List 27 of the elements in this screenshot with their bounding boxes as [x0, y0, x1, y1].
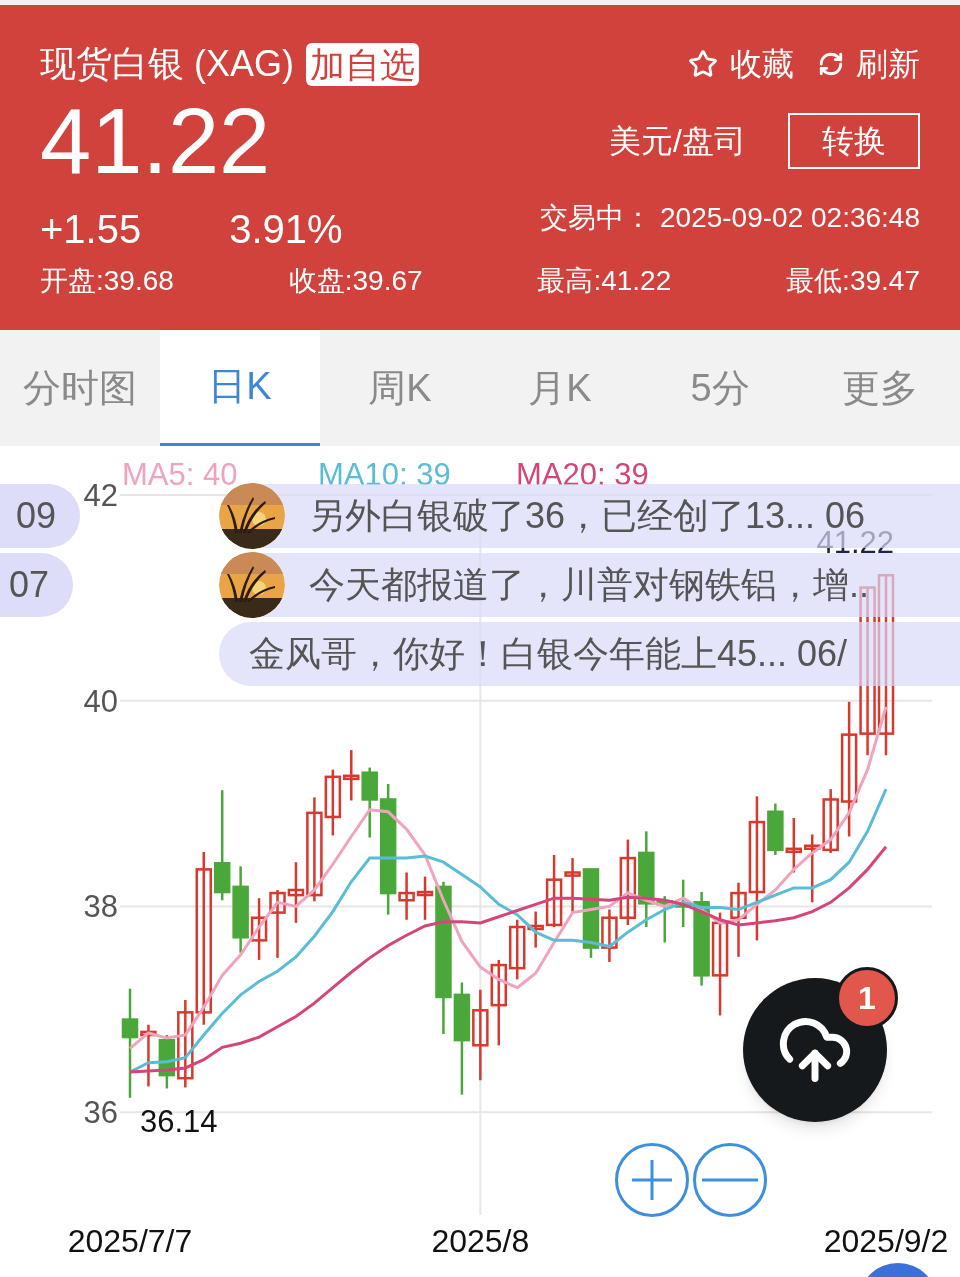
price-label: 36.14 [140, 1103, 218, 1139]
current-price: 41.22 [40, 95, 271, 187]
change-percent: 3.91% [229, 206, 343, 253]
axis-label: 2025/8 [431, 1223, 530, 1259]
axis-label: 2025/7/7 [67, 1223, 193, 1259]
stat-value: 最高:41.22 [537, 264, 672, 298]
unit-label: 美元/盘司 [609, 122, 746, 161]
legend-label: MA5: 40 [122, 457, 238, 492]
axis-label: 2025/9/2 [823, 1223, 949, 1259]
legend-label: MA10: 39 [318, 457, 451, 492]
axis-label: 36 [83, 1095, 118, 1131]
price-change: +1.55 [40, 206, 142, 253]
notification-badge: 1 [836, 967, 898, 1029]
axis-label: 40 [83, 683, 118, 719]
comment-bubble: 07 [0, 553, 73, 617]
trading-status: 交易中： [540, 201, 652, 235]
axis-label: 38 [83, 889, 118, 925]
timestamp: 2025-09-02 02:36:48 [660, 201, 920, 235]
stat-value: 收盘:39.67 [288, 264, 423, 298]
stat-value: 最低:39.47 [786, 264, 920, 298]
comment-bubble: 09 [0, 484, 80, 548]
axis-label: 42 [83, 478, 118, 513]
stat-value: 开盘:39.68 [40, 264, 174, 298]
comment-text: 今天都报道了，川普对钢铁铝，增.. [309, 563, 869, 607]
instrument-title: 现货白银 (XAG) [40, 42, 294, 86]
comment-text: 金风哥，你好！白银今年能上45... 06/ [249, 632, 848, 676]
legend-label: MA20: 39 [516, 457, 649, 492]
